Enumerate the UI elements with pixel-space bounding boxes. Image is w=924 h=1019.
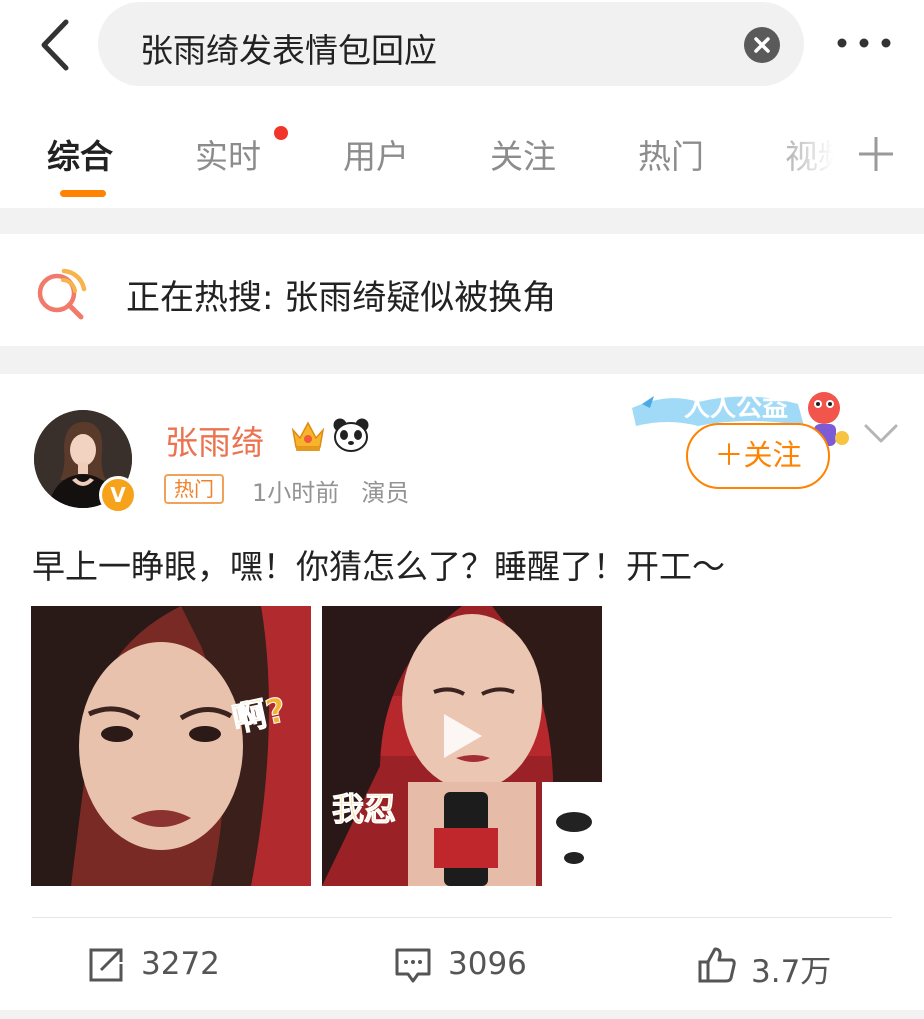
divider — [32, 917, 892, 918]
post-card: V 张雨绮 热门 1小时前 演员 人人公益 ＋关注 早上一睁眼，嘿！你猜怎么了？睡… — [0, 374, 924, 1010]
post-meta: 1小时前 演员 — [252, 473, 409, 508]
result-tabs: 综合 实时 用户 关注 热门 视频 — [0, 100, 924, 208]
tab-comprehensive[interactable]: 综合 — [47, 130, 113, 178]
section-gap — [0, 1010, 924, 1019]
chevron-down-icon[interactable] — [862, 422, 900, 446]
unread-dot — [274, 126, 288, 140]
author-role: 演员 — [361, 479, 410, 507]
tab-realtime[interactable]: 实时 — [195, 130, 261, 178]
crown-icon — [291, 421, 325, 451]
search-input[interactable]: 张雨绮发表情包回应 — [98, 2, 804, 86]
hot-search-text: 正在热搜: 张雨绮疑似被换角 — [126, 278, 557, 318]
repost-count: 3272 — [141, 946, 220, 982]
section-gap — [0, 346, 924, 374]
clear-search-button[interactable] — [744, 27, 780, 63]
tab-fade-overlay — [760, 100, 924, 208]
comment-icon — [395, 948, 431, 983]
more-options-icon[interactable] — [834, 28, 894, 58]
like-count: 3.7万 — [751, 954, 832, 990]
post-image[interactable]: 啊? — [31, 606, 311, 886]
close-icon — [754, 37, 770, 53]
add-tab-plus-icon[interactable] — [856, 134, 896, 174]
author-name[interactable]: 张雨绮 — [165, 416, 264, 464]
active-tab-indicator — [60, 190, 106, 197]
post-video-thumbnail[interactable]: 我忍 — [322, 606, 602, 886]
tab-hot[interactable]: 热门 — [638, 130, 704, 178]
back-arrow-icon[interactable] — [30, 14, 82, 76]
hot-tag-badge: 热门 — [164, 474, 224, 504]
follow-button[interactable]: ＋关注 — [686, 423, 830, 489]
play-icon[interactable] — [440, 710, 486, 762]
section-gap — [0, 208, 924, 234]
comment-count: 3096 — [448, 946, 527, 982]
search-header: 张雨绮发表情包回应 — [0, 0, 924, 100]
panda-icon — [333, 418, 369, 452]
search-query-text[interactable]: 张雨绮发表情包回应 — [140, 24, 437, 72]
thumbs-up-icon — [698, 947, 736, 983]
meme-image-surprised: 啊? — [31, 606, 311, 886]
image-caption: 我忍 — [332, 790, 396, 828]
tab-following[interactable]: 关注 — [490, 130, 556, 178]
hot-search-banner[interactable]: 正在热搜: 张雨绮疑似被换角 — [0, 234, 924, 346]
tab-users[interactable]: 用户 — [343, 130, 409, 178]
banner-text: 人人公益 — [684, 393, 788, 423]
verified-badge: V — [99, 476, 137, 514]
post-time: 1小时前 — [252, 479, 340, 507]
repost-icon — [89, 948, 123, 982]
hot-search-icon — [37, 268, 87, 320]
post-body-text: 早上一睁眼，嘿！你猜怎么了？睡醒了！开工～ — [32, 547, 725, 586]
